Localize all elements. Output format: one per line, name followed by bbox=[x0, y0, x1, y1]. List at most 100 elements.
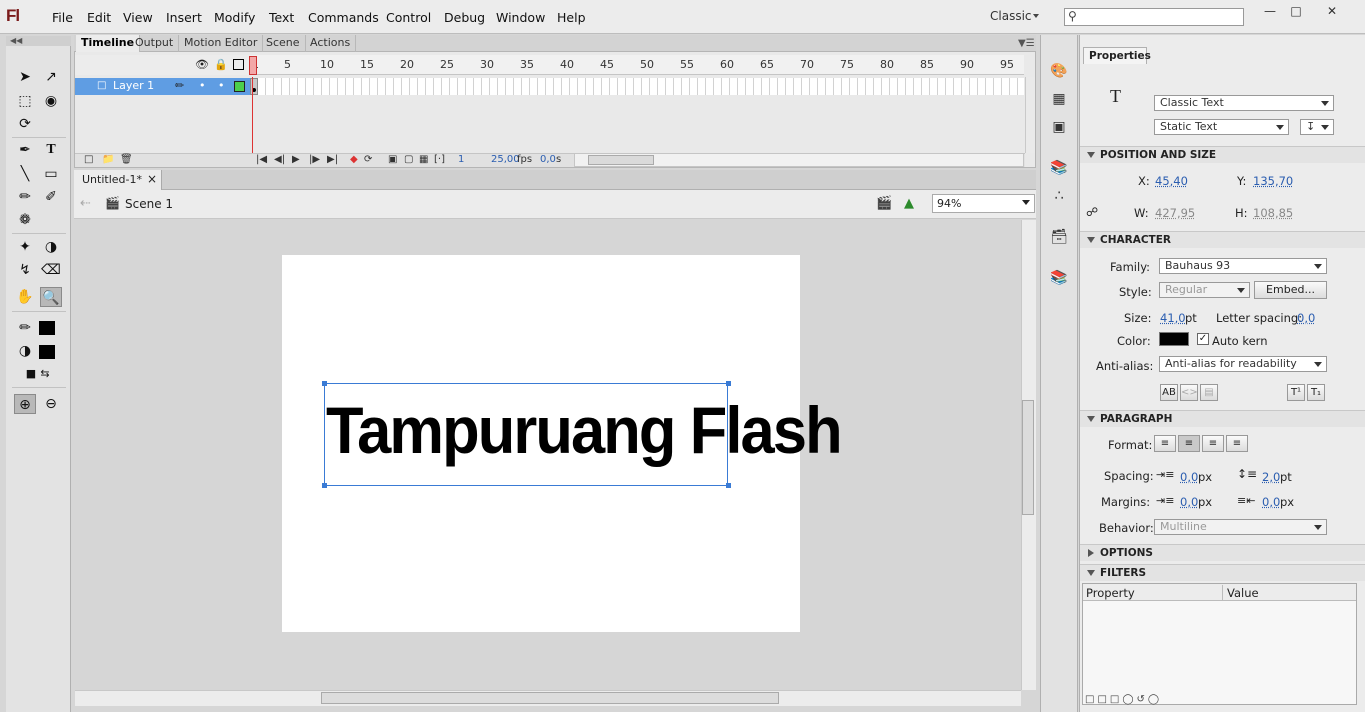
font-family-select[interactable]: Bauhaus 93 bbox=[1159, 258, 1327, 274]
lock-proportions-icon[interactable]: ☍ bbox=[1086, 205, 1098, 219]
zoom-dropdown-icon[interactable] bbox=[1022, 200, 1030, 205]
section-character[interactable]: CHARACTER bbox=[1080, 231, 1365, 248]
project-panel-icon[interactable]: 🗃 bbox=[1046, 226, 1072, 248]
free-transform-tool-icon[interactable]: ⬚ bbox=[14, 91, 36, 111]
subselection-tool-icon[interactable]: ↗ bbox=[40, 67, 62, 87]
menu-modify[interactable]: Modify bbox=[214, 10, 255, 25]
bone-tool-icon[interactable]: ✦ bbox=[14, 237, 36, 257]
align-panel-icon[interactable]: ▣ bbox=[1046, 116, 1072, 138]
first-frame-icon[interactable]: |◀ bbox=[256, 154, 267, 165]
fill-color-icon[interactable]: ◑ bbox=[14, 341, 36, 361]
w-value[interactable]: 427,95 bbox=[1155, 206, 1195, 220]
stroke-color-icon[interactable]: ✏ bbox=[14, 318, 36, 338]
back-arrow-icon[interactable]: ⇠ bbox=[80, 196, 91, 211]
font-size-value[interactable]: 41,0 bbox=[1160, 311, 1186, 325]
menu-edit[interactable]: Edit bbox=[87, 10, 111, 25]
edit-symbols-icon[interactable]: ▲ bbox=[904, 196, 914, 211]
align-center-icon[interactable]: ≡ bbox=[1178, 435, 1200, 452]
motion-presets-icon[interactable]: ∴ bbox=[1046, 185, 1072, 207]
h-value[interactable]: 108,85 bbox=[1253, 206, 1293, 220]
menu-window[interactable]: Window bbox=[496, 10, 545, 25]
resize-handle[interactable] bbox=[322, 483, 327, 488]
zoom-out-icon[interactable]: ⊖ bbox=[40, 394, 62, 414]
layer-color-swatch[interactable] bbox=[234, 81, 245, 92]
text-color-swatch[interactable] bbox=[1159, 332, 1189, 346]
letter-spacing-value[interactable]: 0,0 bbox=[1297, 311, 1315, 325]
swatches-panel-icon[interactable]: ▦ bbox=[1046, 88, 1072, 110]
menu-commands[interactable]: Commands bbox=[308, 10, 379, 25]
stage-vertical-thumb[interactable] bbox=[1022, 400, 1034, 515]
3d-rotation-tool-icon[interactable]: ◉ bbox=[40, 91, 62, 111]
frame-cells[interactable] bbox=[258, 78, 1024, 95]
eyedropper-tool-icon[interactable]: ↯ bbox=[14, 260, 36, 280]
pencil-tool-icon[interactable]: ✏ bbox=[14, 187, 36, 207]
timeline-scroll-thumb[interactable] bbox=[588, 155, 654, 165]
hand-tool-icon[interactable]: ✋ bbox=[14, 287, 36, 307]
lasso-tool-icon[interactable]: ⟳ bbox=[14, 114, 36, 134]
menu-file[interactable]: File bbox=[52, 10, 73, 25]
paint-bucket-tool-icon[interactable]: ◑ bbox=[40, 237, 62, 257]
loop-icon[interactable]: ⟳ bbox=[364, 154, 372, 165]
section-options[interactable]: OPTIONS bbox=[1080, 544, 1365, 561]
zoom-in-icon[interactable]: ⊕ bbox=[14, 394, 36, 414]
new-layer-icon[interactable]: □ bbox=[84, 154, 93, 165]
last-frame-icon[interactable]: ▶| bbox=[327, 154, 338, 165]
components-panel-icon[interactable]: 📚 bbox=[1046, 267, 1072, 289]
deco-tool-icon[interactable]: ❁ bbox=[14, 210, 36, 230]
current-frame[interactable]: 1 bbox=[458, 154, 464, 165]
fill-color-swatch[interactable] bbox=[39, 345, 55, 359]
resize-handle[interactable] bbox=[726, 483, 731, 488]
zoom-tool-icon[interactable]: 🔍 bbox=[40, 287, 62, 307]
subscript-icon[interactable]: T₁ bbox=[1307, 384, 1325, 401]
tab-output[interactable]: Output bbox=[130, 35, 180, 52]
x-value[interactable]: 45,40 bbox=[1155, 174, 1188, 188]
zoom-select[interactable]: 94% bbox=[932, 194, 1035, 213]
rectangle-tool-icon[interactable]: ▭ bbox=[40, 164, 62, 184]
eraser-tool-icon[interactable]: ⌫ bbox=[40, 260, 62, 280]
delete-layer-icon[interactable]: 🗑 bbox=[120, 154, 133, 165]
help-search-input[interactable] bbox=[1064, 8, 1244, 26]
timeline-vertical-scrollbar[interactable] bbox=[1025, 77, 1035, 153]
minimize-button[interactable]: — bbox=[1256, 4, 1284, 20]
menu-debug[interactable]: Debug bbox=[444, 10, 485, 25]
onion-skin-icon[interactable]: ▣ bbox=[388, 154, 397, 165]
section-paragraph[interactable]: PARAGRAPH bbox=[1080, 410, 1365, 427]
tab-actions[interactable]: Actions bbox=[305, 35, 357, 52]
align-left-icon[interactable]: ≡ bbox=[1154, 435, 1176, 452]
frame-rate[interactable]: 25,00 bbox=[491, 154, 520, 165]
orientation-select[interactable]: ↧ bbox=[1300, 119, 1334, 135]
text-tool-icon[interactable]: T bbox=[40, 140, 62, 160]
indent-value[interactable]: 0,0 bbox=[1180, 470, 1198, 484]
section-position-size[interactable]: POSITION AND SIZE bbox=[1080, 146, 1365, 163]
section-filters[interactable]: FILTERS bbox=[1080, 564, 1365, 581]
font-style-select[interactable]: Regular bbox=[1159, 282, 1250, 298]
resize-handle[interactable] bbox=[322, 381, 327, 386]
align-right-icon[interactable]: ≡ bbox=[1202, 435, 1224, 452]
show-hide-icon[interactable]: 👁 bbox=[195, 58, 209, 71]
modify-markers-icon[interactable]: [·] bbox=[434, 154, 445, 165]
elapsed-time[interactable]: 0,0 bbox=[540, 154, 556, 165]
superscript-icon[interactable]: T¹ bbox=[1287, 384, 1305, 401]
panel-menu-icon[interactable]: ▼☰ bbox=[1018, 38, 1035, 49]
close-tab-icon[interactable]: × bbox=[147, 172, 157, 186]
selectable-text-icon[interactable]: AB bbox=[1160, 384, 1178, 401]
lock-icon[interactable]: 🔒 bbox=[214, 58, 228, 71]
play-icon[interactable]: ▶ bbox=[292, 154, 300, 165]
stage-horizontal-thumb[interactable] bbox=[321, 692, 779, 704]
resize-handle[interactable] bbox=[726, 381, 731, 386]
step-forward-icon[interactable]: |▶ bbox=[309, 154, 320, 165]
stroke-color-swatch[interactable] bbox=[39, 321, 55, 335]
justify-icon[interactable]: ≡ bbox=[1226, 435, 1248, 452]
edit-scene-icon[interactable]: 🎬 bbox=[876, 196, 892, 211]
embed-button[interactable]: Embed... bbox=[1254, 281, 1327, 299]
line-spacing-value[interactable]: 2,0 bbox=[1262, 470, 1280, 484]
color-panel-icon[interactable]: 🎨 bbox=[1046, 60, 1072, 82]
close-button[interactable]: ✕ bbox=[1318, 4, 1346, 20]
chevron-down-icon[interactable] bbox=[1033, 14, 1039, 18]
center-frame-icon[interactable]: ◆ bbox=[350, 154, 358, 165]
left-margin-value[interactable]: 0,0 bbox=[1180, 495, 1198, 509]
text-engine-select[interactable]: Classic Text bbox=[1154, 95, 1334, 111]
add-filter-icon[interactable]: □□□◯↺◯ bbox=[1085, 694, 1162, 705]
edit-multiple-frames-icon[interactable]: ▦ bbox=[419, 154, 428, 165]
outline-icon[interactable] bbox=[233, 59, 244, 70]
